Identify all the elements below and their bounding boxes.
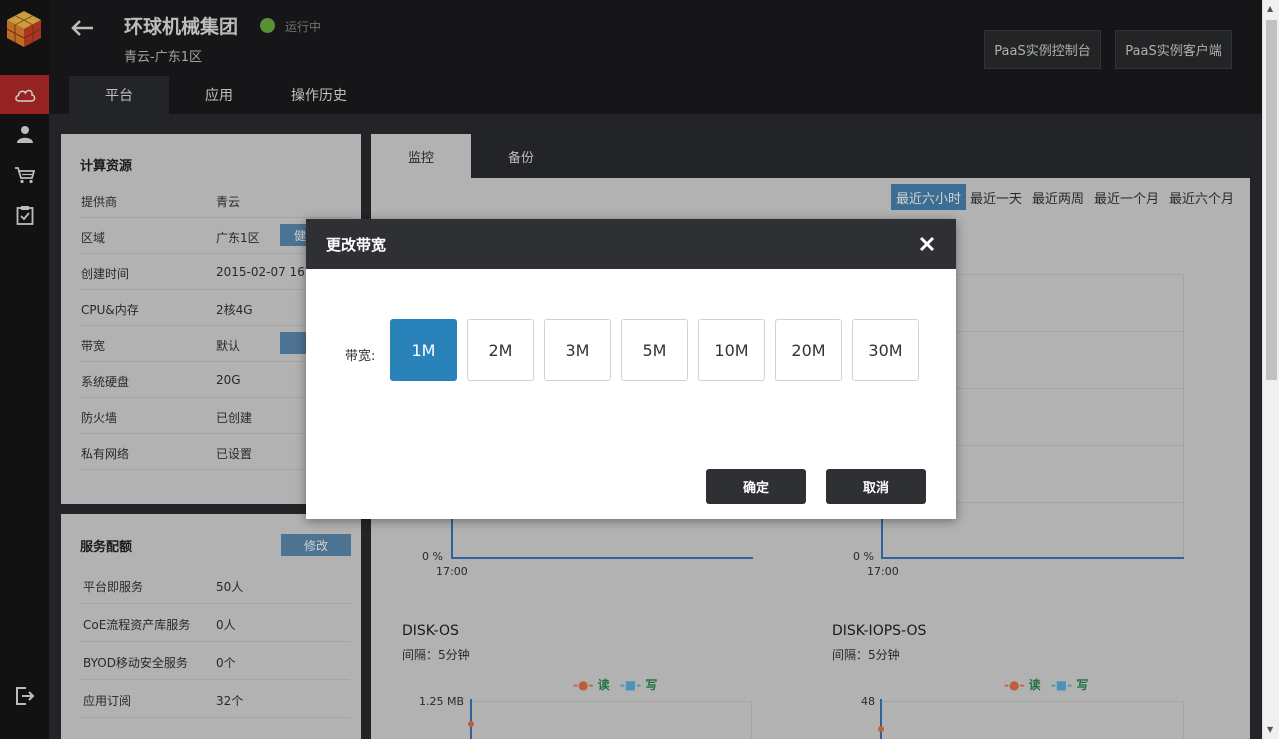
scroll-down-icon[interactable]: ▼	[1267, 725, 1273, 734]
bandwidth-option-1m[interactable]: 1M	[390, 319, 457, 381]
bandwidth-option-3m[interactable]: 3M	[544, 319, 611, 381]
cancel-button[interactable]: 取消	[826, 469, 926, 504]
close-icon	[919, 236, 935, 252]
confirm-button[interactable]: 确定	[706, 469, 806, 504]
bandwidth-option-10m[interactable]: 10M	[698, 319, 765, 381]
scroll-up-icon[interactable]: ▲	[1267, 4, 1273, 13]
dialog-header: 更改带宽	[306, 219, 956, 269]
bandwidth-option-2m[interactable]: 2M	[467, 319, 534, 381]
change-bandwidth-dialog: 更改带宽 带宽: 1M 2M 3M 5M 10M 20M 30M 确定 取消	[306, 219, 956, 519]
dialog-title: 更改带宽	[326, 236, 387, 254]
bandwidth-option-30m[interactable]: 30M	[852, 319, 919, 381]
page-scrollbar[interactable]: ▲ ▼	[1262, 0, 1279, 739]
bandwidth-option-20m[interactable]: 20M	[775, 319, 842, 381]
scroll-thumb[interactable]	[1266, 20, 1277, 380]
bandwidth-option-5m[interactable]: 5M	[621, 319, 688, 381]
close-button[interactable]	[916, 233, 938, 255]
bandwidth-label: 带宽:	[345, 349, 376, 364]
